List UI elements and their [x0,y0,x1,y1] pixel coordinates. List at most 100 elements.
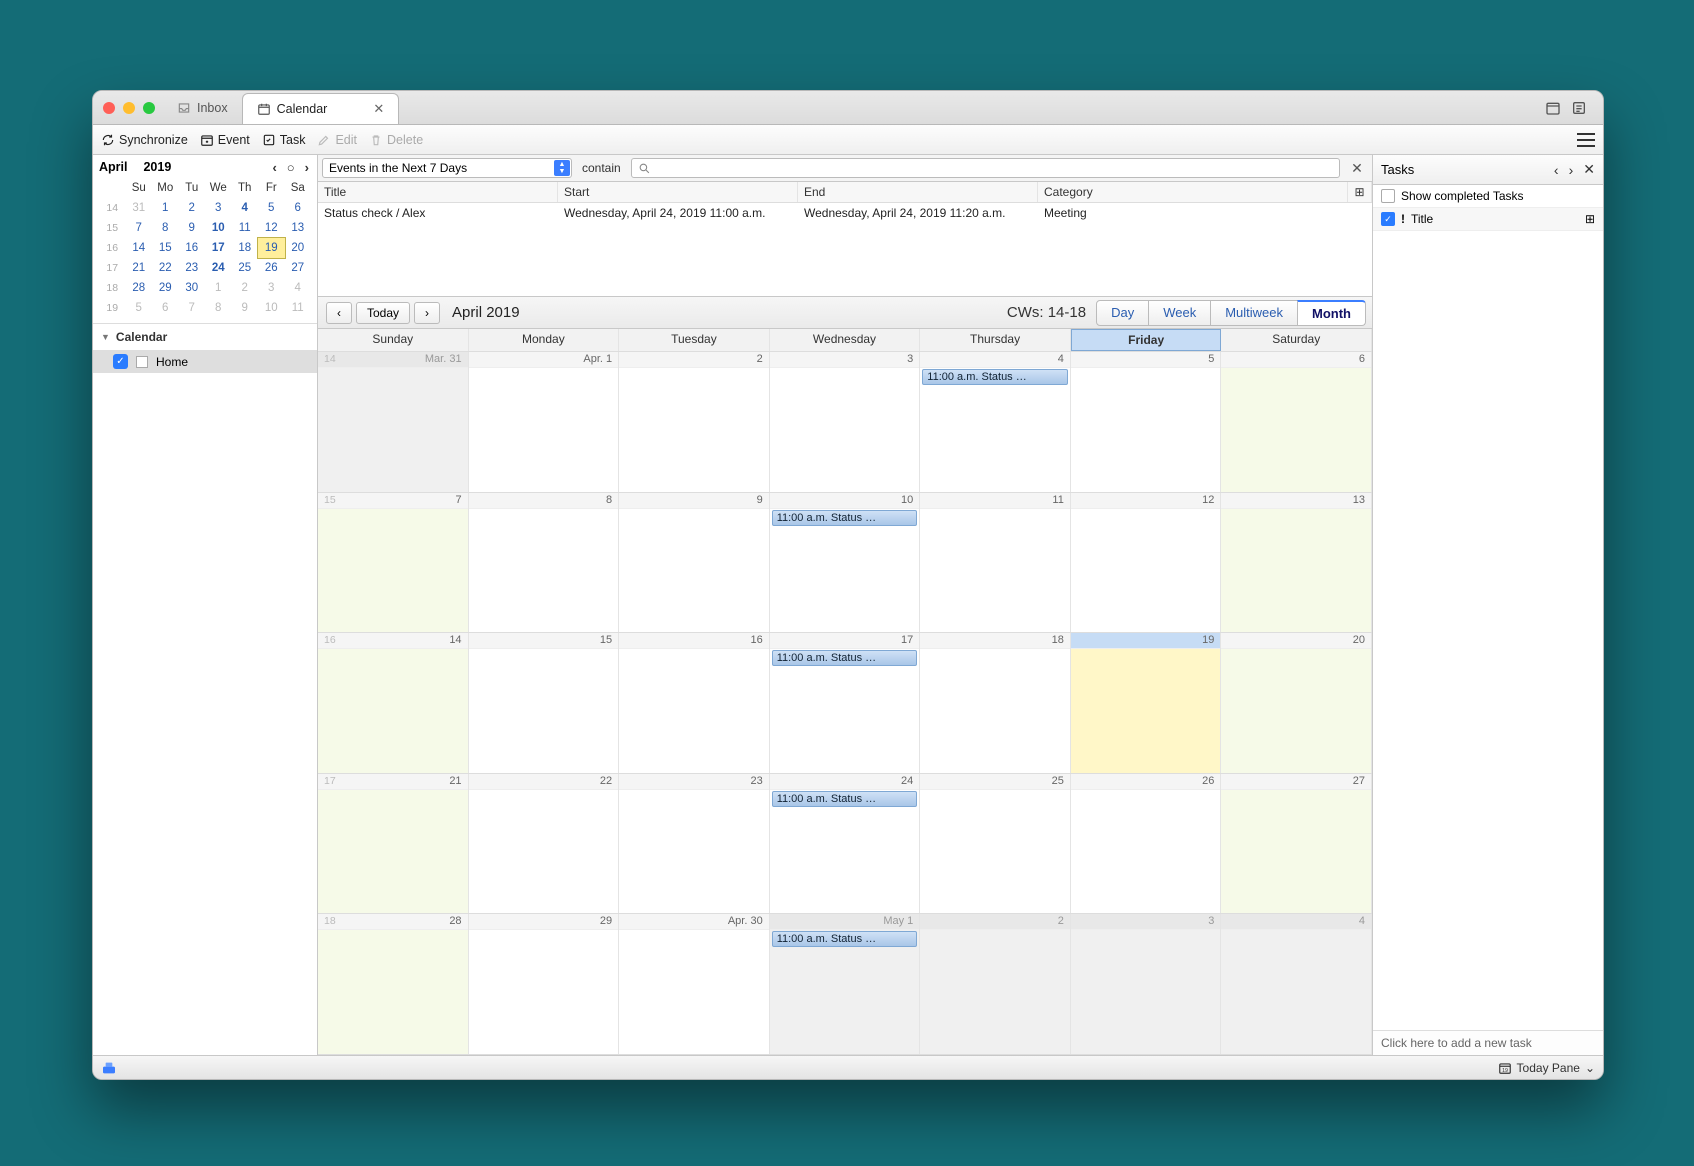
close-window-icon[interactable] [103,102,115,114]
mini-day[interactable]: 17 [205,238,232,258]
mini-day[interactable]: 10 [205,218,232,238]
mini-day[interactable]: 2 [232,278,259,298]
mini-day[interactable]: 5 [126,298,153,318]
mini-day[interactable]: 23 [179,258,206,278]
day-cell[interactable]: 1828 [318,914,469,1054]
day-cell[interactable]: 27 [1221,774,1372,914]
tasks-col-title[interactable]: Title [1411,212,1579,226]
tasks-tab-icon[interactable] [1571,100,1587,116]
mini-today-icon[interactable]: ○ [285,161,297,174]
mini-day[interactable]: 3 [205,198,232,218]
mini-day[interactable]: 3 [258,278,285,298]
sync-button[interactable]: Synchronize [101,133,188,147]
day-cell[interactable]: 6 [1221,352,1372,492]
calendar-list-item[interactable]: ✓ Home [93,350,317,373]
mini-day[interactable]: 21 [126,258,153,278]
mini-day[interactable]: 6 [285,198,312,218]
mini-day[interactable]: 12 [258,218,285,238]
mini-day[interactable]: 24 [205,258,232,278]
mini-day[interactable]: 6 [152,298,179,318]
day-cell[interactable]: 11 [920,493,1071,633]
online-status-icon[interactable] [101,1060,117,1076]
view-day[interactable]: Day [1096,300,1149,326]
day-cell[interactable]: 19 [1071,633,1222,773]
mini-day[interactable]: 28 [126,278,153,298]
day-cell[interactable]: 20 [1221,633,1372,773]
mini-day[interactable]: 9 [232,298,259,318]
mini-day[interactable]: 22 [152,258,179,278]
close-icon[interactable]: ✕ [373,101,384,117]
day-cell[interactable]: 18 [920,633,1071,773]
day-cell[interactable]: 14Mar. 31 [318,352,469,492]
priority-icon[interactable]: ! [1401,212,1405,226]
maximize-window-icon[interactable] [143,102,155,114]
tasks-col-menu-icon[interactable]: ⊞ [1585,212,1595,226]
mini-day[interactable]: 1 [152,198,179,218]
tasks-close-icon[interactable]: ✕ [1583,161,1595,178]
show-completed-checkbox[interactable] [1381,189,1395,203]
day-cell[interactable]: 25 [920,774,1071,914]
day-cell[interactable]: 13 [1221,493,1372,633]
mini-day[interactable]: 19 [258,238,285,258]
day-cell[interactable]: 2 [619,352,770,492]
day-cell[interactable]: 157 [318,493,469,633]
day-cell[interactable]: Apr. 30 [619,914,770,1054]
day-cell[interactable]: 15 [469,633,620,773]
day-cell[interactable]: 411:00 a.m. Status … [920,352,1071,492]
day-cell[interactable]: 5 [1071,352,1222,492]
mini-prev-icon[interactable]: ‹ [270,161,278,174]
filter-select[interactable]: Events in the Next 7 Days ▲▼ [322,158,572,178]
mini-day[interactable]: 25 [232,258,259,278]
event-chip[interactable]: 11:00 a.m. Status … [772,510,918,526]
event-chip[interactable]: 11:00 a.m. Status … [772,650,918,666]
next-button[interactable]: › [414,302,440,324]
mini-day[interactable]: 11 [285,298,312,318]
mini-day[interactable]: 16 [179,238,206,258]
day-cell[interactable]: 2 [920,914,1071,1054]
day-cell[interactable]: 26 [1071,774,1222,914]
mini-day[interactable]: 31 [126,198,153,218]
col-start[interactable]: Start [558,182,798,202]
event-chip[interactable]: 11:00 a.m. Status … [772,931,918,947]
col-end[interactable]: End [798,182,1038,202]
tab-inbox[interactable]: Inbox [163,91,242,124]
mini-day[interactable]: 9 [179,218,206,238]
day-cell[interactable]: 29 [469,914,620,1054]
mini-day[interactable]: 10 [258,298,285,318]
clear-filter-icon[interactable]: ✕ [1346,160,1368,177]
event-row[interactable]: Status check / Alex Wednesday, April 24,… [318,203,1372,223]
day-cell[interactable]: 8 [469,493,620,633]
mini-day[interactable]: 20 [285,238,312,258]
day-cell[interactable]: Apr. 1 [469,352,620,492]
new-task-button[interactable]: Task [262,133,306,147]
checkbox-icon[interactable]: ✓ [113,354,128,369]
event-chip[interactable]: 11:00 a.m. Status … [772,791,918,807]
mini-day[interactable]: 13 [285,218,312,238]
day-cell[interactable]: 4 [1221,914,1372,1054]
col-menu-icon[interactable]: ⊞ [1348,182,1372,202]
day-cell[interactable]: 1614 [318,633,469,773]
mini-day[interactable]: 7 [126,218,153,238]
col-title[interactable]: Title [318,182,558,202]
mini-day[interactable]: 14 [126,238,153,258]
mini-day[interactable]: 29 [152,278,179,298]
view-month[interactable]: Month [1297,300,1366,326]
mini-day[interactable]: 15 [152,238,179,258]
day-cell[interactable]: 22 [469,774,620,914]
mini-day[interactable]: 1 [205,278,232,298]
day-cell[interactable]: 1711:00 a.m. Status … [770,633,921,773]
mini-day[interactable]: 5 [258,198,285,218]
mini-day[interactable]: 8 [205,298,232,318]
day-cell[interactable]: 2411:00 a.m. Status … [770,774,921,914]
add-task-input[interactable]: Click here to add a new task [1373,1030,1603,1055]
calendar-tab-icon[interactable] [1545,100,1561,116]
mini-next-icon[interactable]: › [303,161,311,174]
new-event-button[interactable]: Event [200,133,250,147]
mini-day[interactable]: 2 [179,198,206,218]
day-cell[interactable]: 16 [619,633,770,773]
sidebar-section-calendar[interactable]: ▼ Calendar [93,324,317,350]
mini-day[interactable]: 4 [285,278,312,298]
view-multiweek[interactable]: Multiweek [1210,300,1298,326]
day-cell[interactable]: 9 [619,493,770,633]
mini-day[interactable]: 4 [232,198,259,218]
